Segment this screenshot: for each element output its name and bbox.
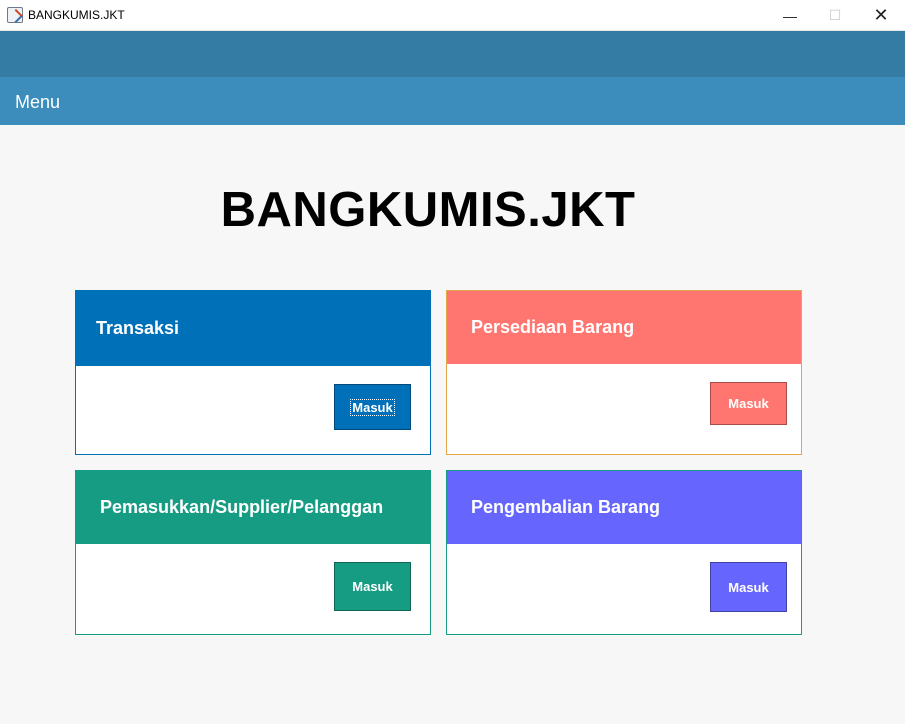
java-app-icon bbox=[7, 7, 23, 23]
card-transaksi: Transaksi Masuk bbox=[75, 290, 431, 455]
button-label: Masuk bbox=[728, 579, 769, 595]
card-title: Pemasukkan/Supplier/Pelanggan bbox=[100, 497, 384, 517]
close-icon: ✕ bbox=[873, 5, 889, 25]
masuk-button-transaksi[interactable]: Masuk bbox=[334, 384, 411, 430]
menu-item[interactable]: Menu bbox=[15, 92, 60, 113]
maximize-button[interactable]: ☐ bbox=[812, 0, 858, 31]
card-header: Pengembalian Barang bbox=[447, 471, 801, 544]
masuk-button-pemasukkan[interactable]: Masuk bbox=[334, 562, 411, 611]
card-pengembalian-barang: Pengembalian Barang Masuk bbox=[446, 470, 802, 635]
masuk-button-persediaan[interactable]: Masuk bbox=[710, 382, 787, 425]
card-persediaan-barang: Persediaan Barang Masuk bbox=[446, 290, 802, 455]
minimize-icon: — bbox=[783, 7, 797, 24]
app-header bbox=[0, 31, 905, 77]
button-label: Masuk bbox=[728, 396, 769, 411]
close-button[interactable]: ✕ bbox=[858, 0, 904, 31]
card-title: Pengembalian Barang bbox=[471, 497, 661, 517]
menu-bar bbox=[0, 77, 905, 125]
minimize-button[interactable]: — bbox=[767, 0, 813, 31]
card-title: Transaksi bbox=[96, 318, 180, 338]
button-label: Masuk bbox=[350, 398, 395, 416]
page-title: BANGKUMIS.JKT bbox=[220, 183, 636, 237]
window-title: BANGKUMIS.JKT bbox=[28, 8, 125, 22]
card-header: Persediaan Barang bbox=[447, 291, 801, 364]
card-pemasukkan-supplier-pelanggan: Pemasukkan/Supplier/Pelanggan Masuk bbox=[75, 470, 431, 635]
button-label: Masuk bbox=[352, 579, 393, 594]
card-title: Persediaan Barang bbox=[471, 317, 635, 337]
masuk-button-pengembalian[interactable]: Masuk bbox=[710, 562, 787, 612]
card-header: Transaksi bbox=[76, 291, 430, 366]
card-header: Pemasukkan/Supplier/Pelanggan bbox=[76, 471, 430, 544]
maximize-icon: ☐ bbox=[828, 7, 842, 23]
